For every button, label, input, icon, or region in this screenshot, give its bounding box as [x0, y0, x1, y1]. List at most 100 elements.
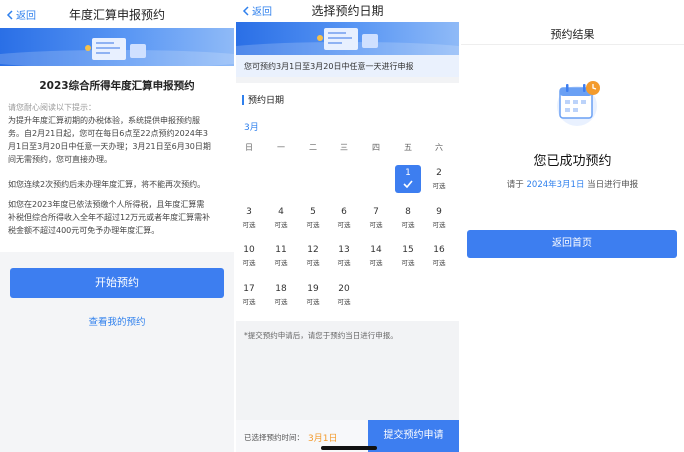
day-availability: 可选 [306, 221, 320, 229]
month-label: 3月 [244, 123, 259, 133]
reservation-result-screen: 预约结果 您已成功预约 请于 2024年3月1日 当日进行申报 返回首页 [461, 0, 684, 452]
day-number: 9 [436, 207, 442, 217]
back-home-button[interactable]: 返回首页 [467, 230, 677, 258]
day-number: 14 [370, 245, 382, 255]
selected-date-value: 3月1日 [308, 434, 338, 444]
reservation-intro-screen: 返回 年度汇算申报预约 2023综合所得年度汇算申报预约 请您耐心阅读以下提示：… [0, 0, 234, 452]
day-availability: 可选 [242, 259, 256, 267]
day-number: 11 [275, 245, 287, 255]
day-number: 12 [307, 245, 319, 255]
day-number: 15 [402, 245, 414, 255]
day-availability: 可选 [306, 259, 320, 267]
calendar-day-13[interactable]: 13 可选 [331, 242, 357, 270]
notice-paragraph-2: 如您连续2次预约后未办理年度汇算，将不能再次预约。 [8, 180, 206, 189]
view-my-reservation-link[interactable]: 查看我的预约 [0, 314, 234, 328]
page-title: 预约结果 [550, 28, 595, 41]
day-number: 13 [338, 245, 350, 255]
day-availability: 可选 [369, 259, 383, 267]
weekday-label: 四 [372, 143, 380, 152]
page-title: 年度汇算申报预约 [68, 8, 165, 22]
day-availability: 可选 [337, 298, 351, 306]
hint-text: 请您耐心阅读以下提示： [8, 103, 96, 112]
day-availability: 可选 [242, 298, 256, 306]
calendar-day-11[interactable]: 11 可选 [268, 242, 294, 270]
nav-bar: 预约结果 [461, 0, 684, 45]
day-number: 3 [246, 207, 252, 217]
day-number: 16 [433, 245, 445, 255]
day-availability: 可选 [369, 221, 383, 229]
day-number: 7 [373, 207, 379, 217]
calendar-day-7[interactable]: 7 可选 [363, 204, 389, 232]
day-availability: 可选 [432, 259, 446, 267]
reserved-date: 2024年3月1日 [526, 180, 585, 190]
day-number: 18 [275, 284, 287, 294]
day-availability: 可选 [242, 221, 256, 229]
weekday-label: 六 [435, 143, 443, 152]
day-availability: 可选 [401, 259, 415, 267]
document-illustration-icon [85, 38, 146, 60]
day-number: 4 [278, 207, 284, 217]
calendar-day-2[interactable]: 2 可选 [426, 165, 452, 193]
calendar-day-14[interactable]: 14 可选 [363, 242, 389, 270]
calendar-day-19[interactable]: 19 可选 [300, 281, 326, 309]
day-availability: 可选 [401, 221, 415, 229]
home-indicator [321, 446, 377, 450]
day-availability: 可选 [274, 259, 288, 267]
weekday-label: 五 [404, 143, 412, 152]
reservation-heading: 2023综合所得年度汇算申报预约 [39, 80, 195, 92]
day-availability: 可选 [274, 221, 288, 229]
calendar-day-4[interactable]: 4 可选 [268, 204, 294, 232]
day-availability: 可选 [337, 259, 351, 267]
document-illustration-icon [317, 28, 378, 50]
weekday-label: 日 [245, 143, 253, 152]
weekday-label: 二 [309, 143, 317, 152]
reservation-range-notice: 您可预约3月1日至3月20日中任意一天进行申报 [236, 55, 459, 77]
success-instruction: 请于 2024年3月1日 当日进行申报 [506, 180, 639, 190]
screenshot-collage: 返回 年度汇算申报预约 2023综合所得年度汇算申报预约 请您耐心阅读以下提示：… [0, 0, 684, 452]
calendar-day-3[interactable]: 3 可选 [236, 204, 262, 232]
weekday-label: 一 [277, 143, 285, 152]
day-number: 10 [243, 245, 255, 255]
calendar-day-16[interactable]: 16 可选 [426, 242, 452, 270]
calendar-day-8[interactable]: 8 可选 [395, 204, 421, 232]
day-availability: 可选 [337, 221, 351, 229]
section-title: 预约日期 [242, 93, 284, 106]
calendar-day-1[interactable]: 1 [395, 165, 421, 193]
notice-paragraph-1: 为提升年度汇算初期的办税体验，系统提供申报预约服 务。自2月21日起，您可在每日… [8, 116, 211, 164]
calendar-success-icon [557, 81, 600, 126]
notice-paragraph-3: 如您在2023年度已依法预缴个人所得税，且年度汇算需 补税但综合所得收入全年不超… [8, 200, 211, 235]
calendar-day-12[interactable]: 12 可选 [300, 242, 326, 270]
day-number: 19 [307, 284, 319, 294]
day-number: 8 [405, 207, 411, 217]
day-number: 6 [341, 207, 347, 217]
day-availability: 可选 [432, 182, 446, 190]
day-availability: 可选 [274, 298, 288, 306]
day-number: 5 [310, 207, 316, 217]
day-availability: 可选 [306, 298, 320, 306]
start-reservation-button[interactable]: 开始预约 [10, 268, 224, 298]
calendar-day-10[interactable]: 10 可选 [236, 242, 262, 270]
day-number: 1 [405, 168, 411, 178]
nav-bar: 返回 年度汇算申报预约 [0, 0, 234, 28]
nav-bar: 返回 选择预约日期 [236, 0, 459, 22]
calendar-day-15[interactable]: 15 可选 [395, 242, 421, 270]
day-number: 20 [338, 284, 350, 294]
calendar-day-20[interactable]: 20 可选 [331, 281, 357, 309]
calendar-day-17[interactable]: 17 可选 [236, 281, 262, 309]
notice-card: 2023综合所得年度汇算申报预约 请您耐心阅读以下提示： 为提升年度汇算初期的办… [0, 66, 234, 252]
day-number: 17 [243, 284, 255, 294]
submit-footnote: *提交预约申请后，请您于预约当日进行申报。 [244, 331, 398, 340]
calendar-day-6[interactable]: 6 可选 [331, 204, 357, 232]
selected-date-label: 已选择预约时间： [244, 433, 304, 442]
day-number: 2 [436, 168, 442, 178]
page-title: 选择预约日期 [311, 4, 384, 18]
checkmark-icon [403, 180, 413, 188]
banner-illustration [0, 28, 234, 66]
submit-reservation-button[interactable]: 提交预约申请 [368, 420, 459, 452]
calendar-day-9[interactable]: 9 可选 [426, 204, 452, 232]
banner-illustration [236, 22, 459, 55]
calendar-day-18[interactable]: 18 可选 [268, 281, 294, 309]
calendar-day-5[interactable]: 5 可选 [300, 204, 326, 232]
day-availability: 可选 [432, 221, 446, 229]
success-title: 您已成功预约 [533, 154, 612, 169]
